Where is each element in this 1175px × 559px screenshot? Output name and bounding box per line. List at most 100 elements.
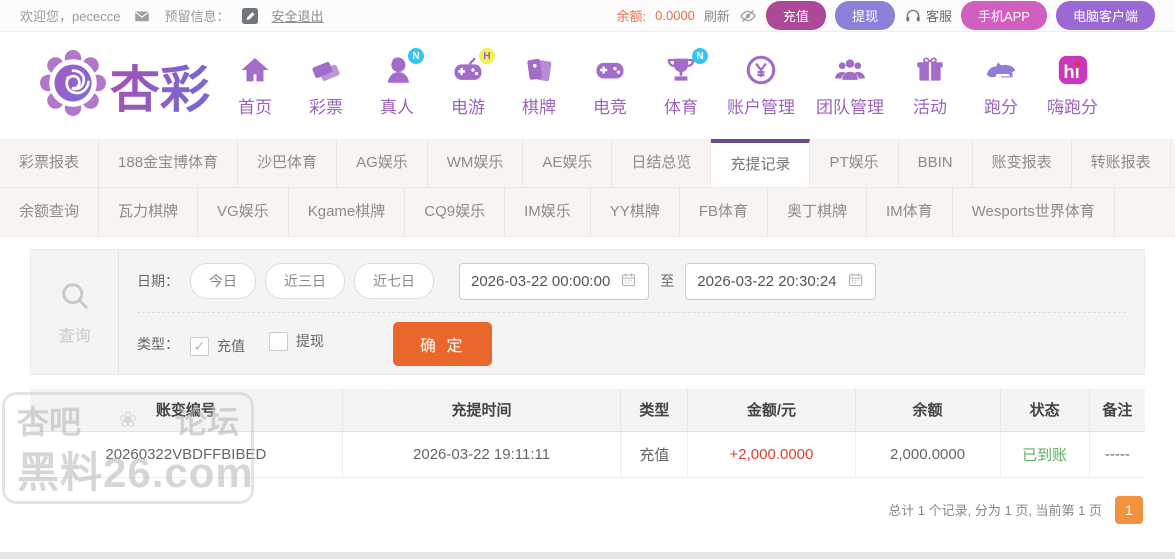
customer-service[interactable]: 客服 (904, 6, 952, 25)
cell-time: 2026-03-22 19:11:11 (342, 431, 622, 478)
tab-彩票报表[interactable]: 彩票报表 (0, 139, 100, 187)
tab-奥丁棋牌[interactable]: 奥丁棋牌 (768, 188, 867, 236)
logo-emblem-icon (40, 50, 106, 121)
tab-日结总览[interactable]: 日结总览 (612, 139, 712, 187)
nav-item-7[interactable]: 账户管理 (723, 53, 799, 118)
column-header: 余额 (855, 389, 1001, 432)
yuan-coin-icon (742, 53, 780, 89)
nav-item-10[interactable]: 跑分 (972, 53, 1030, 118)
nav-item-8[interactable]: 团队管理 (812, 53, 888, 118)
logo-text: 杏彩 (110, 50, 210, 122)
tab-IM体育[interactable]: IM体育 (867, 188, 953, 236)
tab-IM娱乐[interactable]: IM娱乐 (505, 188, 591, 236)
nav-item-label: 首页 (238, 98, 272, 117)
balance-label: 余额: (616, 9, 647, 24)
date-to-input[interactable]: 2026-03-22 20:30:24 (685, 262, 876, 300)
nav-item-6[interactable]: N 体育 (652, 48, 710, 118)
search-label: 查询 (58, 328, 91, 345)
type-label: 类型： (137, 335, 179, 352)
tab-PT娱乐[interactable]: PT娱乐 (810, 139, 899, 187)
cell-id: 20260322VBDFFBIBED (30, 431, 343, 478)
main-nav-items: 首页 彩票 N 真人 H 电游 棋牌 电竞 N 体育 账户管理 团队管理 活动 … (226, 48, 1102, 118)
search-icon (57, 278, 93, 319)
nav-item-label: 跑分 (984, 98, 1018, 117)
tab-账变报表[interactable]: 账变报表 (973, 139, 1072, 187)
nav-item-4[interactable]: 棋牌 (510, 53, 568, 118)
quick-range-group: 今日 近三日 近七日 (190, 263, 434, 299)
tab-沙巴体育[interactable]: 沙巴体育 (238, 139, 338, 187)
tab-BBIN[interactable]: BBIN (899, 139, 973, 187)
edit-icon[interactable] (242, 7, 259, 24)
nav-item-0[interactable]: 首页 (226, 53, 284, 118)
balance-value: 0.0000 (655, 8, 695, 23)
checkbox-icon[interactable] (269, 331, 288, 351)
type-option-group: ✓ 充值 提现 (190, 331, 348, 356)
date-label: 日期： (137, 273, 179, 289)
nav-item-label: 电竞 (593, 98, 627, 117)
tab-瓦力棋牌[interactable]: 瓦力棋牌 (99, 188, 199, 236)
site-logo[interactable]: 杏彩 (40, 50, 210, 122)
page-button-1[interactable]: 1 (1115, 495, 1143, 524)
recharge-button[interactable]: 充值 (765, 1, 826, 30)
gamepad-icon: H (449, 48, 495, 89)
nav-item-9[interactable]: 活动 (901, 53, 959, 118)
type-option-提现[interactable]: 提现 (269, 331, 324, 351)
service-label: 客服 (925, 9, 952, 24)
tab-AE娱乐[interactable]: AE娱乐 (523, 139, 613, 187)
submit-button[interactable]: 确 定 (393, 321, 493, 366)
mail-icon[interactable] (133, 7, 151, 25)
nav-item-label: 彩票 (309, 98, 343, 117)
pc-client-button[interactable]: 电脑客户端 (1055, 1, 1155, 30)
tab-Kgame棋牌[interactable]: Kgame棋牌 (289, 188, 406, 236)
live-person-icon: N (378, 48, 424, 89)
tab-充提记录[interactable]: 充提记录 (711, 139, 811, 187)
cell-type: 充值 (620, 431, 689, 478)
type-option-充值[interactable]: ✓ 充值 (190, 336, 245, 356)
tab-余额查询[interactable]: 余额查询 (0, 188, 100, 236)
tab-转账报表[interactable]: 转账报表 (1072, 139, 1171, 187)
date-filter-row: 日期： 今日 近三日 近七日 2026-03-22 00:00:00 至 2026-… (137, 250, 1126, 312)
report-tabs: 彩票报表 188金宝博体育 沙巴体育 AG娱乐 WM娱乐 AE娱乐 日结总览 充提记录 PT娱乐… (0, 139, 1175, 237)
table-header-row: 账变编号 充提时间 类型 金额/元 余额 状态 备注 (30, 389, 1145, 432)
tab-YY棋牌[interactable]: YY棋牌 (591, 188, 680, 236)
column-header: 金额/元 (687, 389, 856, 432)
table-row: 20260322VBDFFBIBED 2026-03-22 19:11:11 充值 +… (30, 431, 1145, 478)
cell-remark: ----- (1089, 431, 1145, 478)
tab-返点总额[interactable]: 返点总额 (1171, 139, 1175, 187)
type-option-label: 充值 (217, 338, 245, 354)
tab-CQ9娱乐[interactable]: CQ9娱乐 (405, 188, 506, 236)
quick-range-近三日[interactable]: 近三日 (265, 263, 345, 299)
nav-item-3[interactable]: H 电游 (439, 48, 497, 118)
withdraw-button[interactable]: 提现 (834, 1, 895, 30)
hi-app-icon: hi (1054, 53, 1092, 89)
username: pececce (72, 9, 121, 24)
date-from-input[interactable]: 2026-03-22 00:00:00 (459, 262, 650, 300)
cell-amount: +2,000.0000 (687, 431, 856, 478)
to-label: 至 (660, 273, 675, 289)
tab-AG娱乐[interactable]: AG娱乐 (337, 139, 428, 187)
tab-VG娱乐[interactable]: VG娱乐 (198, 188, 289, 236)
records-table-wrap: 账变编号 充提时间 类型 金额/元 余额 状态 备注 20260322VBDFFBIBED 2… (30, 389, 1145, 478)
eye-slash-icon[interactable] (739, 7, 757, 25)
headset-icon (904, 7, 922, 25)
nav-item-label: 团队管理 (816, 98, 884, 117)
tab-FB体育[interactable]: FB体育 (680, 188, 768, 236)
nav-item-11[interactable]: hi 嗨跑分 (1043, 53, 1102, 118)
nav-item-label: 活动 (913, 98, 947, 117)
quick-range-今日[interactable]: 今日 (190, 263, 256, 299)
nav-item-5[interactable]: 电竞 (581, 53, 639, 118)
badge-h: H (479, 48, 495, 64)
column-header: 账变编号 (30, 389, 343, 432)
quick-range-近七日[interactable]: 近七日 (354, 263, 434, 299)
tab-188金宝博体育[interactable]: 188金宝博体育 (99, 139, 239, 187)
tab-Wesports世界体育[interactable]: Wesports世界体育 (953, 188, 1115, 236)
refresh-link[interactable]: 刷新 (704, 6, 730, 25)
nav-item-1[interactable]: 彩票 (297, 53, 355, 118)
logout-link[interactable]: 安全退出 (271, 6, 323, 25)
tab-WM娱乐[interactable]: WM娱乐 (428, 139, 524, 187)
nav-item-2[interactable]: N 真人 (368, 48, 426, 118)
mobile-app-button[interactable]: 手机APP (960, 1, 1047, 30)
filter-panel: 查询 日期： 今日 近三日 近七日 2026-03-22 00:00:00 至 20… (30, 249, 1145, 375)
column-header: 备注 (1089, 389, 1145, 432)
checkbox-checked-icon[interactable]: ✓ (190, 336, 209, 356)
